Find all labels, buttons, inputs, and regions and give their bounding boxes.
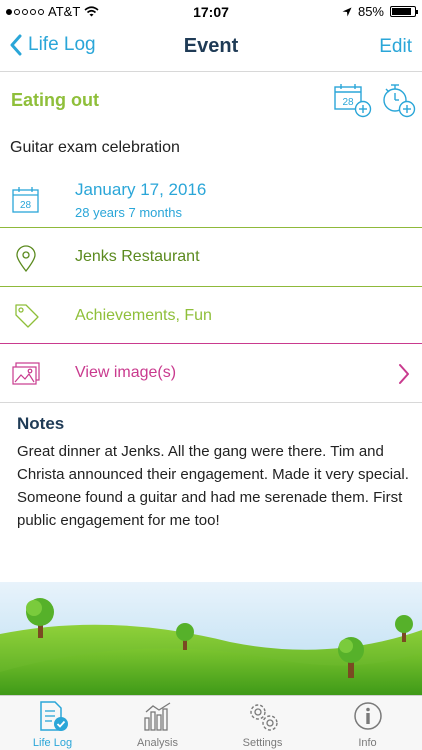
add-duration-button[interactable] xyxy=(380,82,416,118)
location-row[interactable]: Jenks Restaurant xyxy=(0,229,422,287)
calendar-day-number: 28 xyxy=(342,97,354,108)
battery-percent: 85% xyxy=(357,4,384,19)
calendar-icon-day: 28 xyxy=(20,200,32,211)
back-button[interactable]: Life Log xyxy=(10,34,96,56)
age-at-event: 28 years 7 months xyxy=(75,205,182,220)
status-bar: AT&T 17:07 85% xyxy=(0,0,422,24)
tab-analysis[interactable]: Analysis xyxy=(105,696,210,750)
calendar-add-icon: 28 xyxy=(334,84,372,118)
view-images-row[interactable]: View image(s) xyxy=(0,345,422,403)
category-title: Eating out xyxy=(11,90,99,110)
tab-settings[interactable]: Settings xyxy=(210,696,315,750)
add-date-button[interactable]: 28 xyxy=(333,82,373,118)
view-images-label: View image(s) xyxy=(75,364,177,381)
chevron-left-icon xyxy=(10,34,22,56)
back-button-label: Life Log xyxy=(28,34,96,55)
location-arrow-icon xyxy=(342,7,352,16)
landscape-illustration xyxy=(0,582,422,695)
bar-chart-icon xyxy=(144,702,171,731)
edit-button[interactable]: Edit xyxy=(379,36,412,58)
location-pin-icon xyxy=(16,245,36,273)
gears-icon xyxy=(250,704,278,731)
info-icon xyxy=(354,702,382,730)
navigation-bar: Life Log Event Edit xyxy=(0,24,422,72)
battery-level-fill xyxy=(392,8,411,15)
tab-label: Life Log xyxy=(32,737,73,749)
status-right: 85% xyxy=(342,4,418,19)
tab-label: Info xyxy=(358,737,377,749)
tab-info[interactable]: Info xyxy=(315,696,420,750)
tab-label: Analysis xyxy=(137,737,178,749)
chevron-right-icon xyxy=(399,364,409,384)
image-gallery-icon xyxy=(12,362,40,385)
tab-life-log[interactable]: Life Log xyxy=(0,696,105,750)
notes-body: Great dinner at Jenks. All the gang were… xyxy=(17,443,409,529)
category-row: Eating out 28 xyxy=(0,72,422,128)
battery-icon xyxy=(390,6,418,17)
date-row: 28 January 17, 2016 28 years 7 months xyxy=(0,170,422,228)
tag-icon xyxy=(15,304,39,328)
tags-text: Achievements, Fun xyxy=(75,307,212,324)
calendar-icon: 28 xyxy=(12,187,39,213)
document-check-icon xyxy=(40,701,68,731)
tab-bar: Life Log Analysis Settings Info xyxy=(0,695,422,750)
event-date: January 17, 2016 xyxy=(75,180,207,199)
tab-label: Settings xyxy=(242,737,283,749)
notes-heading: Notes xyxy=(17,414,65,433)
event-title: Guitar exam celebration xyxy=(10,139,180,156)
tags-row[interactable]: Achievements, Fun xyxy=(0,288,422,344)
stopwatch-add-icon xyxy=(383,84,416,118)
location-name: Jenks Restaurant xyxy=(75,248,200,265)
